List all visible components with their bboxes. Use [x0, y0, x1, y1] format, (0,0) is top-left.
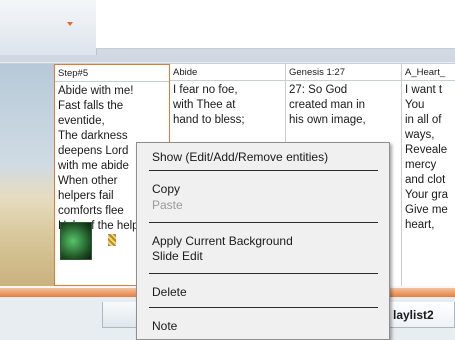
slide-title: Step#5	[55, 65, 169, 82]
menu-item-slide-edit[interactable]: Slide Edit	[152, 249, 203, 263]
slide-body: I want t You in all of ways, Reveale mer…	[405, 84, 449, 231]
tab-playlist[interactable]: laylist2	[384, 302, 455, 328]
slide-title: Genesis 1:27	[286, 64, 401, 81]
menu-item-delete[interactable]: Delete	[152, 285, 187, 299]
slide-title: A_Heart_	[402, 64, 455, 81]
slide-title: Abide	[170, 64, 285, 81]
dropdown-caret-icon[interactable]	[67, 22, 73, 26]
toolbar-area	[0, 0, 455, 62]
green-background-thumbnail[interactable]	[60, 222, 92, 260]
menu-separator	[149, 170, 378, 171]
context-menu: Show (Edit/Add/Remove entities) Copy Pas…	[136, 142, 390, 340]
swirl-background-thumbnail	[108, 234, 116, 246]
menu-separator	[149, 222, 378, 223]
preview-panel	[96, 0, 455, 49]
menu-separator	[149, 307, 378, 308]
toolbar-left-panel	[0, 0, 97, 55]
menu-item-copy[interactable]: Copy	[152, 182, 180, 196]
background-thumbnail[interactable]	[0, 64, 54, 286]
menu-item-note[interactable]: Note	[152, 319, 177, 333]
slide-card[interactable]: A_Heart_ I want t You in all of ways, Re…	[402, 64, 455, 286]
menu-item-apply-background[interactable]: Apply Current Background	[152, 234, 293, 248]
menu-separator	[149, 273, 378, 274]
menu-item-paste[interactable]: Paste	[152, 198, 183, 212]
menu-item-show-entities[interactable]: Show (Edit/Add/Remove entities)	[152, 150, 328, 164]
